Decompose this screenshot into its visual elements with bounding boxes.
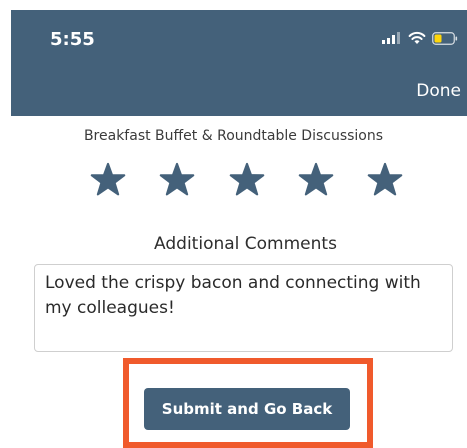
status-icons: [382, 31, 458, 45]
star-icon[interactable]: [297, 162, 335, 198]
submit-and-go-back-button[interactable]: Submit and Go Back: [144, 388, 350, 430]
cellular-signal-icon: [382, 32, 400, 44]
session-title: Breakfast Buffet & Roundtable Discussion…: [83, 128, 384, 144]
status-time: 5:55: [50, 29, 95, 50]
star-icon[interactable]: [228, 162, 266, 198]
comments-textarea[interactable]: Loved the crispy bacon and connecting wi…: [34, 264, 453, 352]
comments-label: Additional Comments: [154, 234, 337, 254]
done-button[interactable]: Done: [416, 81, 461, 101]
app-header: 5:55 Done: [11, 10, 467, 116]
wifi-icon: [408, 31, 426, 44]
star-icon[interactable]: [89, 162, 127, 198]
star-icon[interactable]: [366, 162, 404, 198]
star-icon[interactable]: [158, 162, 196, 198]
battery-icon: [432, 31, 458, 45]
star-rating[interactable]: [89, 162, 405, 200]
